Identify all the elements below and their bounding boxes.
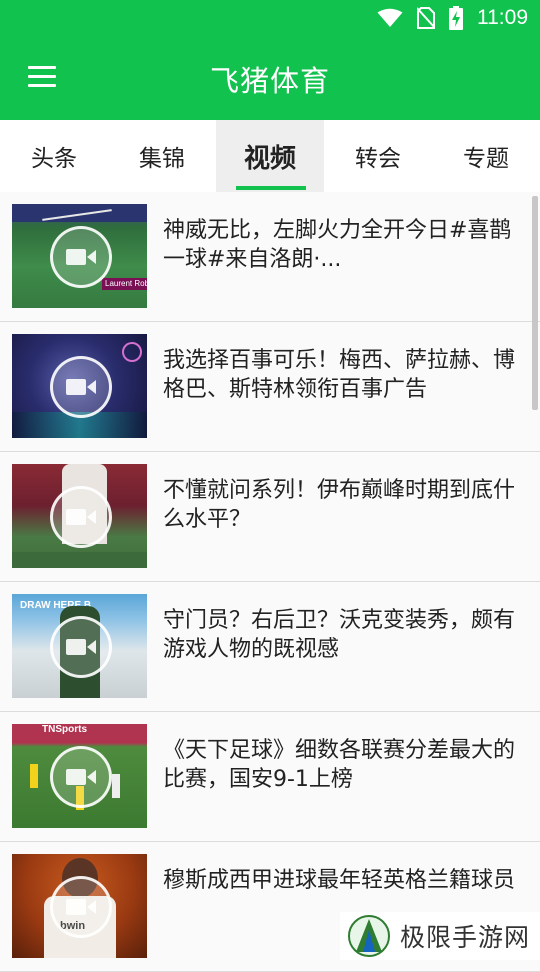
tab-label: 转会 <box>355 146 401 172</box>
tab-headlines[interactable]: 头条 <box>0 120 108 192</box>
watermark-text: 极限手游网 <box>400 923 531 952</box>
app-title: 飞猪体育 <box>209 64 330 98</box>
video-title: 神威无比，左脚火力全开今日#喜鹊一球#来自洛朗·... <box>163 218 512 272</box>
video-list-item[interactable]: 我选择百事可乐！梅西、萨拉赫、博格巴、斯特林领衔百事广告 <box>0 322 540 452</box>
active-tab-indicator <box>236 186 306 190</box>
video-thumbnail: bwin <box>12 854 147 958</box>
video-camera-icon <box>50 876 112 938</box>
tab-label: 专题 <box>463 146 509 172</box>
status-bar: 11:09 <box>0 0 540 36</box>
watermark: 极限手游网 <box>340 912 540 960</box>
video-camera-icon <box>50 356 112 418</box>
video-title: 不懂就问系列！伊布巅峰时期到底什么水平？ <box>163 478 516 532</box>
video-title: 守门员？右后卫？沃克变装秀，颇有游戏人物的既视感 <box>163 608 516 662</box>
video-thumbnail <box>12 334 147 438</box>
video-thumbnail: Laurent Rob <box>12 204 147 308</box>
tab-label: 头条 <box>31 146 77 172</box>
tab-label: 集锦 <box>139 146 185 172</box>
scrollbar[interactable] <box>532 196 538 410</box>
no-sim-icon <box>417 7 435 29</box>
thumbnail-caption: Laurent Rob <box>102 278 147 290</box>
video-list-item[interactable]: 不懂就问系列！伊布巅峰时期到底什么水平？ <box>0 452 540 582</box>
watermark-logo-icon <box>348 915 390 957</box>
tab-label: 视频 <box>243 143 296 174</box>
category-tabs: 头条 集锦 视频 转会 专题 <box>0 120 540 192</box>
tab-topics[interactable]: 专题 <box>432 120 540 192</box>
video-title: 我选择百事可乐！梅西、萨拉赫、博格巴、斯特林领衔百事广告 <box>163 348 516 402</box>
video-list-item[interactable]: TNSports 《天下足球》细数各联赛分差最大的比赛，国安9-1上榜 <box>0 712 540 842</box>
video-camera-icon <box>50 226 112 288</box>
video-list-item[interactable]: Laurent Rob 神威无比，左脚火力全开今日#喜鹊一球#来自洛朗·... <box>0 192 540 322</box>
video-camera-icon <box>50 746 112 808</box>
thumbnail-caption: TNSports <box>42 724 87 735</box>
video-thumbnail: TNSports <box>12 724 147 828</box>
tab-highlights[interactable]: 集锦 <box>108 120 216 192</box>
battery-charging-icon <box>449 6 463 30</box>
video-camera-icon <box>50 616 112 678</box>
video-list-item[interactable]: DRAW HERE B 守门员？右后卫？沃克变装秀，颇有游戏人物的既视感 <box>0 582 540 712</box>
wifi-icon <box>377 8 403 27</box>
app-bar: 飞猪体育 <box>0 36 540 120</box>
video-thumbnail <box>12 464 147 568</box>
tab-videos[interactable]: 视频 <box>216 120 324 192</box>
status-icons: 11:09 <box>377 6 528 30</box>
video-camera-icon <box>50 486 112 548</box>
video-list: Laurent Rob 神威无比，左脚火力全开今日#喜鹊一球#来自洛朗·... … <box>0 192 540 972</box>
video-title: 穆斯成西甲进球最年轻英格兰籍球员 <box>163 868 516 893</box>
status-time: 11:09 <box>477 6 528 29</box>
video-title: 《天下足球》细数各联赛分差最大的比赛，国安9-1上榜 <box>163 738 516 792</box>
video-thumbnail: DRAW HERE B <box>12 594 147 698</box>
tab-transfers[interactable]: 转会 <box>324 120 432 192</box>
